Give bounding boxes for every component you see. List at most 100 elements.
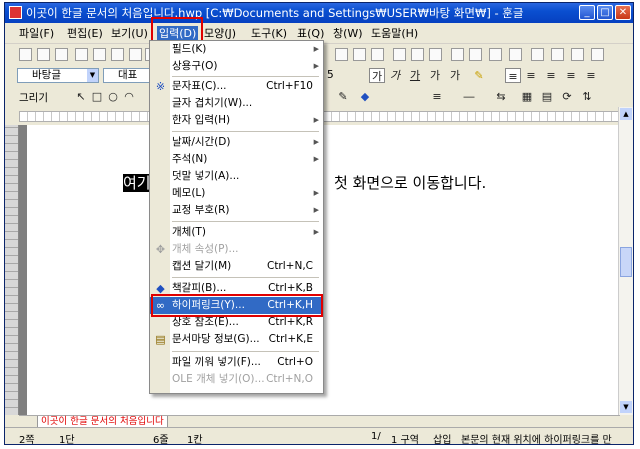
italic-button[interactable]: 가 bbox=[387, 68, 403, 83]
paragraph-icon[interactable] bbox=[353, 48, 366, 61]
fill-color-icon[interactable]: ◆ bbox=[357, 89, 373, 104]
vertical-ruler[interactable] bbox=[5, 125, 19, 415]
style-combo-value: 바탕글 bbox=[32, 69, 61, 81]
superscript-button[interactable]: 가 bbox=[427, 68, 443, 83]
document-body-text[interactable]: 첫 화면으로 이동합니다. bbox=[334, 173, 486, 193]
symbol-icon: ※ bbox=[155, 80, 166, 93]
scroll-thumb[interactable] bbox=[620, 247, 632, 277]
new-document-icon[interactable] bbox=[19, 48, 32, 61]
subscript-button[interactable]: 가 bbox=[447, 68, 463, 83]
menu-item-hanja[interactable]: 한자 입력(H) ▶ bbox=[150, 112, 323, 129]
menu-item-label: 캡션 달기(M) bbox=[172, 260, 232, 272]
image-icon[interactable] bbox=[411, 48, 424, 61]
preview-icon[interactable] bbox=[111, 48, 124, 61]
hyperlink-tb-icon[interactable] bbox=[393, 48, 406, 61]
app-icon[interactable] bbox=[9, 6, 22, 19]
menu-window[interactable]: 창(W) bbox=[333, 26, 363, 41]
spell-icon[interactable] bbox=[551, 48, 564, 61]
close-button[interactable]: ✕ bbox=[615, 5, 631, 20]
menu-item-label: 상용구(O) bbox=[172, 60, 218, 72]
menu-item-ruby[interactable]: 덧말 넣기(A)... bbox=[150, 168, 323, 185]
textbox-icon[interactable] bbox=[469, 48, 482, 61]
align-objects-icon[interactable]: ▤ bbox=[539, 89, 555, 104]
align-center-icon[interactable]: ≡ bbox=[543, 68, 559, 83]
menu-shape[interactable]: 모양(J) bbox=[204, 26, 236, 41]
document-line[interactable]: 여기 bbox=[123, 173, 151, 193]
align-left-icon[interactable]: ≡ bbox=[523, 68, 539, 83]
submenu-arrow-icon: ▶ bbox=[313, 155, 319, 163]
flip-icon[interactable]: ⇅ bbox=[579, 89, 595, 104]
menu-item-template-info[interactable]: ▤ 문서마당 정보(G)... Ctrl+K,E bbox=[150, 331, 323, 348]
submenu-arrow-icon: ▶ bbox=[313, 62, 319, 70]
grid-icon[interactable] bbox=[571, 48, 584, 61]
menu-table[interactable]: 표(Q) bbox=[297, 26, 324, 41]
chart-icon[interactable] bbox=[429, 48, 442, 61]
scroll-up-icon[interactable]: ▲ bbox=[620, 108, 632, 120]
rectangle-icon[interactable]: □ bbox=[89, 89, 105, 104]
line-width-icon[interactable]: ― bbox=[461, 89, 477, 104]
shape-icon[interactable] bbox=[451, 48, 464, 61]
chevron-down-icon[interactable]: ▼ bbox=[87, 69, 98, 82]
menu-file[interactable]: 파일(F) bbox=[19, 26, 54, 41]
menu-item-insert-file[interactable]: 파일 끼워 넣기(F)... Ctrl+O bbox=[150, 354, 323, 371]
menu-item-memo[interactable]: 메모(L) ▶ bbox=[150, 185, 323, 202]
style-icon[interactable] bbox=[335, 48, 348, 61]
underline-button[interactable]: 가 bbox=[407, 68, 423, 83]
menu-item-notes[interactable]: 주석(N) ▶ bbox=[150, 151, 323, 168]
submenu-arrow-icon: ▶ bbox=[313, 45, 319, 53]
font-size-value[interactable]: 5 bbox=[327, 69, 334, 81]
group-icon[interactable]: ▦ bbox=[519, 89, 535, 104]
text-color-icon[interactable]: ✎ bbox=[471, 68, 487, 83]
menu-separator bbox=[172, 351, 319, 352]
menu-item-insert-ole: OLE 개체 넣기(O)... Ctrl+N,O bbox=[150, 371, 323, 388]
menu-item-datetime[interactable]: 날짜/시간(D) ▶ bbox=[150, 134, 323, 151]
equation-icon[interactable] bbox=[489, 48, 502, 61]
table-icon[interactable] bbox=[371, 48, 384, 61]
status-bar: 2쪽 1단 6줄 1칸 1/ 1 구역 삽입 본문의 현재 위치에 하이퍼링크를… bbox=[5, 427, 633, 444]
menu-item-label: 파일 끼워 넣기(F)... bbox=[172, 356, 261, 368]
align-right-icon[interactable]: ≡ bbox=[563, 68, 579, 83]
maximize-button[interactable]: □ bbox=[597, 5, 613, 20]
cut-icon[interactable] bbox=[129, 48, 142, 61]
selected-text[interactable]: 여기 bbox=[123, 174, 151, 192]
title-bar[interactable]: 이곳이 한글 문서의 처음입니다.hwp [C:₩Documents and S… bbox=[5, 3, 633, 23]
minimize-button[interactable]: _ bbox=[579, 5, 595, 20]
menu-item-overlap-chars[interactable]: 글자 겹치기(W)... bbox=[150, 95, 323, 112]
template-info-icon: ▤ bbox=[155, 333, 166, 346]
line-style-icon[interactable]: ≡ bbox=[429, 89, 445, 104]
save-icon[interactable] bbox=[75, 48, 88, 61]
menu-item-caption[interactable]: 캡션 달기(M) Ctrl+N,C bbox=[150, 258, 323, 275]
line-color-icon[interactable]: ✎ bbox=[335, 89, 351, 104]
menu-view[interactable]: 보기(U) bbox=[111, 26, 148, 41]
menu-help[interactable]: 도움말(H) bbox=[371, 26, 418, 41]
bold-button[interactable]: 가 bbox=[369, 68, 385, 83]
arrange-icon[interactable]: ⇆ bbox=[493, 89, 509, 104]
menu-item-boilerplate[interactable]: 상용구(O) ▶ bbox=[150, 58, 323, 75]
menu-item-object[interactable]: 개체(T) ▶ bbox=[150, 224, 323, 241]
menu-item-proofread[interactable]: 교정 부호(R) ▶ bbox=[150, 202, 323, 219]
highlight-box-hyperlink bbox=[151, 294, 323, 317]
rotate-icon[interactable]: ⟳ bbox=[559, 89, 575, 104]
menu-item-symbol[interactable]: ※ 문자표(C)... Ctrl+F10 bbox=[150, 78, 323, 95]
input-dropdown-menu: 필드(K) ▶ 상용구(O) ▶ ※ 문자표(C)... Ctrl+F10 글자… bbox=[149, 40, 324, 394]
open-icon[interactable] bbox=[37, 48, 50, 61]
settings-icon[interactable] bbox=[591, 48, 604, 61]
zoom-icon[interactable] bbox=[531, 48, 544, 61]
function-icon[interactable] bbox=[509, 48, 522, 61]
ellipse-icon[interactable]: ○ bbox=[105, 89, 121, 104]
align-justify-icon[interactable]: ≡ bbox=[505, 68, 521, 83]
menu-edit[interactable]: 편집(E) bbox=[67, 26, 103, 41]
pointer-icon[interactable]: ↖ bbox=[73, 89, 89, 104]
menu-item-field[interactable]: 필드(K) ▶ bbox=[150, 41, 323, 58]
style-combo[interactable]: 바탕글 ▼ bbox=[17, 68, 99, 83]
draw-label[interactable]: 그리기 bbox=[19, 90, 48, 105]
distribute-icon[interactable]: ≡ bbox=[583, 68, 599, 83]
print-icon[interactable] bbox=[93, 48, 106, 61]
scroll-down-icon[interactable]: ▼ bbox=[620, 401, 632, 413]
folder-icon[interactable] bbox=[55, 48, 68, 61]
arc-icon[interactable]: ◠ bbox=[121, 89, 137, 104]
menu-item-label: 한자 입력(H) bbox=[172, 114, 231, 126]
vertical-scrollbar[interactable]: ▲ ▼ bbox=[618, 107, 633, 415]
menu-tools[interactable]: 도구(K) bbox=[251, 26, 287, 41]
font-combo[interactable]: 대표 bbox=[103, 68, 151, 83]
